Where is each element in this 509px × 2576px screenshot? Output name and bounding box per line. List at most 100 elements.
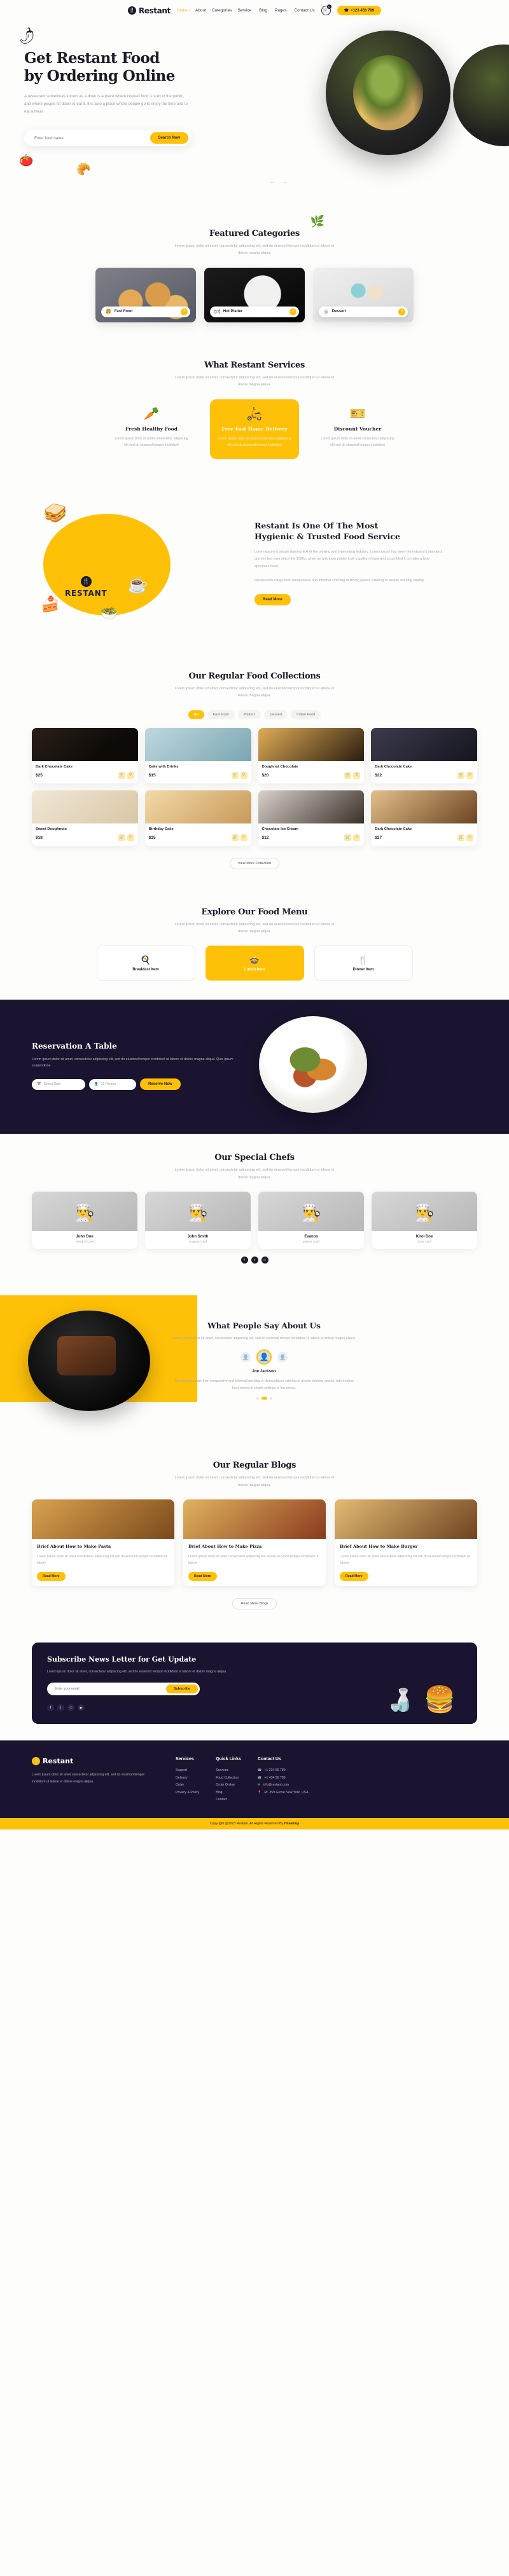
heart-icon[interactable]: ♡ — [466, 771, 473, 779]
read-more-blogs-button[interactable]: Read More Blogs — [232, 1597, 277, 1609]
contact-email[interactable]: ✉ info@restant.com — [258, 1782, 309, 1789]
contact-phone[interactable]: ☎ +1 434 56 789 — [258, 1775, 309, 1782]
service-card-free-fast-home-delivery[interactable]: 🛵 Free Fast Home Delivery Lorem ipsum do… — [210, 399, 299, 459]
footer-link[interactable]: Delivery — [176, 1775, 199, 1782]
heart-icon[interactable]: ♡ — [127, 771, 134, 779]
product-card[interactable]: Birthday Cake $35 🛒 ♡ — [144, 790, 251, 846]
cart-icon[interactable]: 🛒 — [457, 771, 464, 779]
product-card[interactable]: Dark Chocolate Cake $22 🛒 ♡ — [371, 727, 477, 783]
blog-card[interactable]: Brief About How to Make Pizza Lorem ipsum… — [183, 1499, 326, 1586]
facebook-icon[interactable]: f — [241, 1257, 248, 1264]
nav-item-service[interactable]: Service › — [237, 8, 253, 13]
instagram-icon[interactable]: ☉ — [261, 1257, 268, 1264]
heart-icon[interactable]: ♡ — [240, 771, 248, 779]
instagram-icon[interactable]: ☉ — [67, 1704, 74, 1712]
carousel-dot[interactable] — [269, 1397, 272, 1400]
product-card[interactable]: Cake with Drinks $15 🛒 ♡ — [144, 727, 251, 783]
filter-fast-food[interactable]: Fast Food — [207, 710, 235, 719]
subscribe-button[interactable]: Subscribe — [165, 1684, 198, 1694]
footer-link[interactable]: Food Collection — [216, 1775, 241, 1782]
arrow-up-right-icon[interactable]: ↗ — [289, 308, 296, 315]
nav-item-contact-us[interactable]: Contact Us — [295, 8, 315, 13]
footer-link[interactable]: Blog — [216, 1789, 241, 1796]
chef-card[interactable]: John Smith Support Chef — [145, 1192, 251, 1250]
nav-item-home[interactable]: Home › — [177, 8, 190, 13]
footer-link[interactable]: Contact — [216, 1796, 241, 1803]
avatar[interactable]: 👤 — [241, 1352, 251, 1363]
filter-platters[interactable]: Platters — [237, 710, 261, 719]
heart-icon[interactable]: ♡ — [353, 834, 361, 841]
view-more-collection-button[interactable]: View More Collection — [229, 857, 280, 869]
filter-all[interactable]: All — [188, 710, 204, 719]
product-card[interactable]: Dark Chocolate Cake $25 🛒 ♡ — [32, 727, 138, 783]
blog-card[interactable]: Brief About How to Make Burger Lorem ipsu… — [335, 1499, 477, 1586]
brand-logo[interactable]: Restant — [127, 6, 171, 15]
product-card[interactable]: Doughnut Chocolate $20 🛒 ♡ — [258, 727, 365, 783]
footer-link[interactable]: Order Online — [216, 1782, 241, 1789]
avatar[interactable]: 👤 — [256, 1349, 272, 1365]
twitter-icon[interactable]: t — [57, 1704, 64, 1712]
cart-icon[interactable]: 🛒 — [344, 771, 352, 779]
contact-phone[interactable]: ☎ +1 234 56 789 — [258, 1767, 309, 1774]
chef-card[interactable]: John Doe Head of Chef — [32, 1192, 137, 1250]
nav-item-blog[interactable]: Blog › — [259, 8, 269, 13]
read-more-button[interactable]: Read More — [188, 1571, 217, 1581]
read-more-button[interactable]: Read More — [254, 594, 291, 606]
tab-lunch-item[interactable]: 🍲 Lunch Item — [205, 946, 304, 981]
search-now-button[interactable]: Search Now — [150, 132, 188, 144]
cart-icon[interactable]: 🛒 — [118, 834, 125, 841]
category-card-dessert[interactable]: 🧁 Dessert ↗ — [313, 267, 414, 322]
cart-button[interactable]: 🛒 0 — [321, 4, 331, 15]
search-input[interactable] — [34, 135, 150, 141]
nav-item-pages[interactable]: Pages › — [275, 8, 288, 13]
heart-icon[interactable]: ♡ — [353, 771, 361, 779]
facebook-icon[interactable]: f — [47, 1704, 54, 1712]
service-card-discount-voucher[interactable]: 🎫 Discount Voucher Lorem ipsum dolor sit… — [313, 399, 402, 459]
read-more-button[interactable]: Read More — [37, 1571, 66, 1581]
arrow-right-icon[interactable]: → — [282, 178, 288, 184]
copyright-link[interactable]: Hiteamup — [284, 1822, 300, 1826]
youtube-icon[interactable]: ▶ — [78, 1704, 85, 1712]
category-card-hot-platter[interactable]: 🍽 Hot Platter ↗ — [204, 267, 305, 322]
email-field[interactable] — [49, 1684, 166, 1694]
arrow-up-right-icon[interactable]: ↗ — [181, 308, 188, 315]
blog-card[interactable]: Brief About How to Make Pasta Lorem ipsum… — [32, 1499, 174, 1586]
filter-indian-food[interactable]: Indian Food — [291, 710, 321, 719]
footer-link[interactable]: Support — [176, 1767, 199, 1774]
read-more-button[interactable]: Read More — [340, 1571, 368, 1581]
nav-item-categories[interactable]: Categories — [212, 8, 232, 13]
filter-dessert[interactable]: Dessert — [264, 710, 288, 719]
reserve-now-button[interactable]: Reserve Now — [140, 1078, 181, 1091]
service-card-fresh-healthy-food[interactable]: 🥕 Fresh Healthy Food Lorem ipsum dolor s… — [107, 399, 196, 459]
chef-card[interactable]: Evanos Master Chef — [258, 1192, 364, 1250]
tab-breakfast-item[interactable]: 🍳 Breakfast Item — [96, 946, 195, 981]
footer-link[interactable]: Privacy & Policy — [176, 1789, 199, 1796]
footer-logo[interactable]: Restant — [32, 1757, 159, 1766]
heart-icon[interactable]: ♡ — [127, 834, 134, 841]
product-card[interactable]: Sweet Doughnuts $18 🛒 ♡ — [32, 790, 138, 846]
chef-card[interactable]: Knol Doe Sous Chef — [372, 1192, 477, 1250]
cart-icon[interactable]: 🛒 — [118, 771, 125, 779]
avatar[interactable]: 👤 — [277, 1352, 288, 1363]
cart-icon[interactable]: 🛒 — [344, 834, 352, 841]
footer-link[interactable]: Order — [176, 1782, 199, 1789]
person-field[interactable]: 👤 01 Person — [89, 1078, 136, 1090]
cart-icon[interactable]: 🛒 — [457, 834, 464, 841]
footer-link[interactable]: Services — [216, 1767, 241, 1774]
heart-icon[interactable]: ♡ — [466, 834, 473, 841]
date-field[interactable]: 📅 Select Date — [32, 1078, 85, 1090]
twitter-icon[interactable]: t — [251, 1257, 258, 1264]
category-card-fast-food[interactable]: 🍔 Fast Food ↗ — [95, 267, 196, 322]
tab-dinner-item[interactable]: 🍴 Dinner Item — [314, 946, 413, 981]
nav-item-about[interactable]: About — [195, 8, 206, 13]
carousel-dot[interactable] — [261, 1397, 267, 1400]
arrow-left-icon[interactable]: ← — [270, 178, 275, 184]
product-card[interactable]: Dark Chocolate Cake $27 🛒 ♡ — [371, 790, 477, 846]
product-card[interactable]: Chocolate Ice Cream $12 🛒 ♡ — [258, 790, 365, 846]
arrow-up-right-icon[interactable]: ↗ — [398, 308, 405, 315]
heart-icon[interactable]: ♡ — [240, 834, 248, 841]
phone-button[interactable]: ☎ +123 456 789 — [337, 6, 382, 15]
cart-icon[interactable]: 🛒 — [231, 834, 239, 841]
cart-icon[interactable]: 🛒 — [231, 771, 239, 779]
carousel-dot[interactable] — [256, 1397, 259, 1400]
